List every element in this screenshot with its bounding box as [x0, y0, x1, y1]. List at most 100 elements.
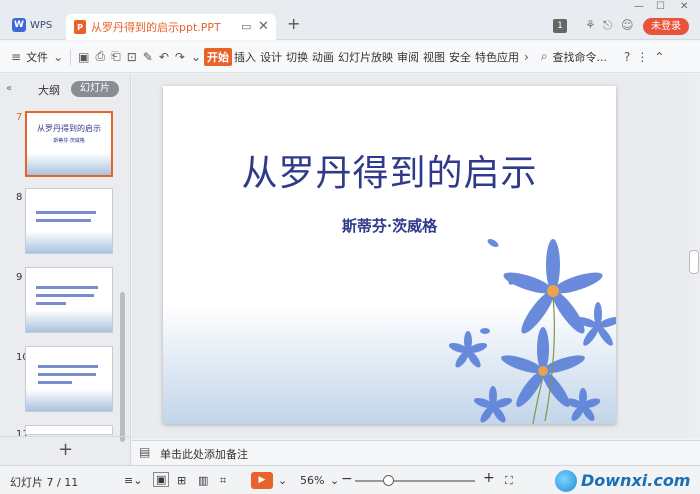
watermark-text: Downxi.com — [581, 471, 691, 490]
slide-thumbnail-10[interactable] — [25, 346, 113, 412]
save-icon[interactable]: ▣ — [75, 50, 92, 64]
presenter-view-icon[interactable]: ⌗ — [220, 474, 226, 488]
zoom-slider[interactable] — [355, 480, 475, 482]
thumb-text-line — [38, 381, 72, 384]
slide-title[interactable]: 从罗丹得到的启示 — [163, 144, 616, 196]
editor-scroll-thumb[interactable] — [689, 250, 699, 274]
thumb-text-line — [38, 365, 98, 368]
thumb-text-line — [36, 219, 91, 222]
close-tab-icon[interactable]: ✕ — [258, 19, 269, 34]
thumb-text-line — [36, 294, 94, 297]
tab-outline[interactable]: 大纲 — [38, 82, 60, 98]
ppt-file-icon: P — [74, 20, 86, 34]
watermark-logo-icon — [555, 470, 577, 492]
zoom-in-icon[interactable]: + — [483, 470, 495, 486]
zoom-level[interactable]: 56% — [300, 474, 324, 487]
slide-number: 9 — [16, 272, 23, 283]
notes-pane[interactable]: ▤ 单击此处添加备注 — [132, 440, 700, 464]
thumb-text-line — [36, 302, 66, 305]
slide-thumbnail-7[interactable]: 从罗丹得到的启示 斯蒂芬·茨威格 — [25, 111, 113, 177]
zoom-slider-knob[interactable] — [383, 475, 394, 486]
slide-thumbnail-9[interactable] — [25, 267, 113, 333]
tab-scroll-right-icon[interactable]: › — [521, 50, 532, 64]
tab-features[interactable]: 特色应用 — [473, 49, 521, 65]
thumb-text-line — [36, 211, 96, 214]
skin-icon[interactable]: ⚘ — [585, 18, 596, 32]
print-icon[interactable]: ⎗ — [108, 49, 124, 64]
minimize-icon[interactable]: — — [634, 1, 644, 12]
maximize-icon[interactable]: ☐ — [656, 1, 665, 12]
add-slide-button[interactable]: + — [0, 436, 131, 464]
command-search[interactable]: 查找命令... — [551, 49, 610, 65]
status-bar: 幻灯片 7 / 11 ≡⌄ ▣ ⊞ ▥ ⌗ ▶ ⌄ 56% ⌄ − + ⛶ Do… — [0, 465, 700, 494]
tab-review[interactable]: 审阅 — [395, 49, 421, 65]
play-slideshow-button[interactable]: ▶ — [251, 472, 273, 489]
tab-animation[interactable]: 动画 — [310, 49, 336, 65]
thumb-text-line — [38, 373, 96, 376]
app-window: W WPS P 从罗丹得到的启示ppt.PPT ▭ ✕ + 1 ⚘ ⎋ ☺ 未登… — [0, 0, 700, 494]
thumb-subtitle: 斯蒂芬·茨威格 — [53, 138, 85, 144]
thumb-text-line — [36, 286, 98, 289]
tab-start[interactable]: 开始 — [204, 47, 232, 66]
help-icon[interactable]: ? — [621, 50, 633, 64]
notes-placeholder: 单击此处添加备注 — [160, 448, 248, 461]
collapse-panel-icon[interactable]: « — [6, 83, 12, 94]
slide-sorter-icon[interactable]: ⊞ — [177, 474, 186, 487]
current-slide[interactable]: 从罗丹得到的启示 斯蒂芬·茨威格 — [163, 86, 616, 424]
more-icon[interactable]: ⌄ — [188, 50, 204, 64]
fit-window-icon[interactable]: ⛶ — [505, 474, 513, 488]
tab-design[interactable]: 设计 — [258, 49, 284, 65]
thumb-title: 从罗丹得到的启示 — [37, 124, 101, 133]
blue-flowers-image — [448, 239, 616, 424]
close-window-icon[interactable]: ✕ — [680, 1, 688, 12]
tab-wps-label: WPS — [30, 19, 53, 31]
user-icon[interactable]: ☺ — [621, 18, 634, 32]
print-preview-icon[interactable]: ⎙ — [92, 49, 108, 64]
tab-transition[interactable]: 切换 — [284, 49, 310, 65]
monitor-icon[interactable]: ▭ — [241, 20, 251, 33]
wps-logo-icon: W — [12, 18, 26, 32]
tab-view[interactable]: 视图 — [421, 49, 447, 65]
thumb-background — [26, 231, 112, 253]
divider — [70, 48, 72, 65]
document-title: 从罗丹得到的启示ppt.PPT — [91, 21, 221, 34]
format-painter-icon[interactable]: ✎ — [140, 50, 156, 64]
collapse-ribbon-icon[interactable]: ⌃ — [651, 50, 667, 64]
play-options-icon[interactable]: ⌄ — [278, 474, 287, 487]
file-menu[interactable]: 文件 — [24, 49, 50, 65]
slide-subtitle[interactable]: 斯蒂芬·茨威格 — [163, 215, 616, 236]
slide-thumbnail-8[interactable] — [25, 188, 113, 254]
login-button[interactable]: 未登录 — [643, 18, 689, 35]
zoom-menu-icon[interactable]: ⌄ — [330, 474, 339, 487]
slide-editor: 从罗丹得到的启示 斯蒂芬·茨威格 — [132, 74, 700, 439]
share-icon[interactable]: ⎋ — [603, 18, 613, 33]
ribbon-toolbar: ≡ 文件 ⌄ ▣ ⎙ ⎗ ⊡ ✎ ↶ ↷ ⌄ 开始 插入 设计 切换 动画 幻灯… — [0, 41, 700, 73]
normal-view-icon[interactable]: ▣ — [153, 472, 170, 487]
notes-icon: ▤ — [139, 445, 151, 459]
panel-scrollbar[interactable] — [120, 292, 125, 442]
slide-panel: « 大纲 幻灯片 7 从罗丹得到的启示 斯蒂芬·茨威格 8 9 10 11 + — [0, 74, 131, 465]
reading-view-icon[interactable]: ▥ — [198, 474, 208, 487]
new-tab-plus-icon[interactable]: + — [287, 16, 300, 32]
search-icon[interactable]: ⌕ — [538, 49, 551, 64]
slide-counter: 幻灯片 7 / 11 — [10, 476, 79, 489]
chevron-down-icon[interactable]: ⌄ — [50, 50, 66, 64]
tab-document[interactable]: P 从罗丹得到的启示ppt.PPT ▭ ✕ — [66, 14, 276, 40]
more-options-icon[interactable]: ⋮ — [633, 50, 651, 64]
tab-slides[interactable]: 幻灯片 — [71, 81, 119, 97]
tab-count-badge[interactable]: 1 — [553, 19, 567, 33]
panel-view-tabs: « 大纲 幻灯片 — [0, 80, 131, 98]
zoom-out-icon[interactable]: − — [341, 471, 353, 487]
notes-toggle-icon[interactable]: ≡⌄ — [124, 474, 142, 487]
undo-icon[interactable]: ↶ — [156, 50, 172, 64]
thumb-background — [26, 310, 112, 332]
tab-security[interactable]: 安全 — [447, 49, 473, 65]
export-icon[interactable]: ⊡ — [124, 50, 140, 64]
tab-slideshow[interactable]: 幻灯片放映 — [336, 49, 395, 65]
slide-number: 8 — [16, 192, 23, 203]
redo-icon[interactable]: ↷ — [172, 50, 188, 64]
menu-icon[interactable]: ≡ — [8, 50, 24, 64]
tab-wps-home[interactable]: W WPS — [8, 14, 62, 36]
tab-insert[interactable]: 插入 — [232, 49, 258, 65]
slide-thumbnail-11[interactable] — [25, 425, 113, 435]
